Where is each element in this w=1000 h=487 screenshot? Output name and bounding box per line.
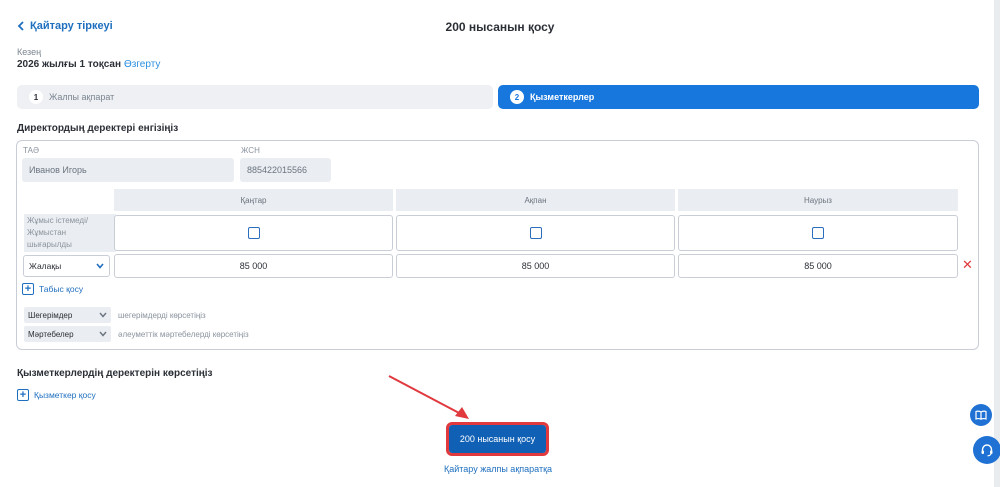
back-to-general-info-link[interactable]: Қайтару жалпы ақпаратқа [0,464,996,474]
income-input-feb[interactable]: 85 000 [396,254,675,278]
income-type-select[interactable]: Жалақы [23,255,110,277]
add-form-200-button[interactable]: 200 нысанын қосу [446,422,549,456]
not-working-checkbox-mar[interactable] [812,227,824,239]
statuses-select[interactable]: Мәртебелер [24,326,111,342]
add-employee-label: Қызметкер қосу [34,390,96,400]
support-button[interactable] [973,436,1000,464]
plus-icon: + [22,283,34,295]
iin-field: 885422015566 [240,158,331,182]
headset-icon [981,444,993,457]
period-label: Кезең [17,47,42,57]
name-field: Иванов Игорь [22,158,234,182]
check-cell-feb [396,215,675,251]
employees-section-title: Қызметкерлердің деректерін көрсетіңіз [17,368,213,379]
add-income-button[interactable]: + Табыс қосу [22,283,83,295]
director-section-title: Директордың деректері енгізіңіз [17,123,179,134]
deductions-select[interactable]: Шегерімдер [24,307,111,323]
chevron-down-icon [99,331,107,337]
month-header-jan: Қаңтар [114,189,393,211]
check-cell-jan [114,215,393,251]
page-title: 200 нысанын қосу [445,20,555,34]
income-input-mar[interactable]: 85 000 [678,254,958,278]
not-working-checkbox-feb[interactable] [529,227,542,239]
name-label: ТАӘ [23,146,39,155]
not-working-label: Жұмыс істемеді/ Жұмыстан шығарылды [24,214,116,252]
change-period-link[interactable]: Өзгерту [124,59,160,70]
step-employees[interactable]: 2 Қызметкерлер [498,85,979,109]
income-input-jan[interactable]: 85 000 [114,254,393,278]
step-label: Жалпы ақпарат [49,92,115,102]
deductions-hint: шегерімдерді көрсетіңіз [118,311,206,320]
statuses-select-value: Мәртебелер [28,329,74,339]
iin-label: ЖСН [241,146,260,155]
add-income-label: Табыс қосу [39,284,84,294]
window-edge [994,0,1000,487]
month-header-mar: Наурыз [678,189,958,211]
arrow-annotation [388,375,469,419]
chevron-down-icon [96,263,104,269]
help-book-button[interactable] [970,404,992,426]
not-working-checkbox-jan[interactable] [247,227,260,239]
period-value: 2026 жылғы 1 тоқсан [17,59,121,70]
step-general-info[interactable]: 1 Жалпы ақпарат [17,85,493,109]
statuses-hint: әлеуметтік мәртебелерді көрсетіңіз [118,330,249,339]
add-employee-button[interactable]: + Қызметкер қосу [17,389,96,401]
check-cell-mar [678,215,958,251]
book-icon [975,410,987,420]
deductions-select-value: Шегерімдер [28,310,73,320]
chevron-down-icon [99,312,107,318]
step-number: 2 [510,90,524,104]
close-icon[interactable]: ✕ [962,258,973,271]
month-header-feb: Ақпан [396,189,675,211]
step-label: Қызметкерлер [530,92,595,102]
step-number: 1 [29,90,43,104]
plus-icon: + [17,389,29,401]
income-type-value: Жалақы [29,261,62,271]
